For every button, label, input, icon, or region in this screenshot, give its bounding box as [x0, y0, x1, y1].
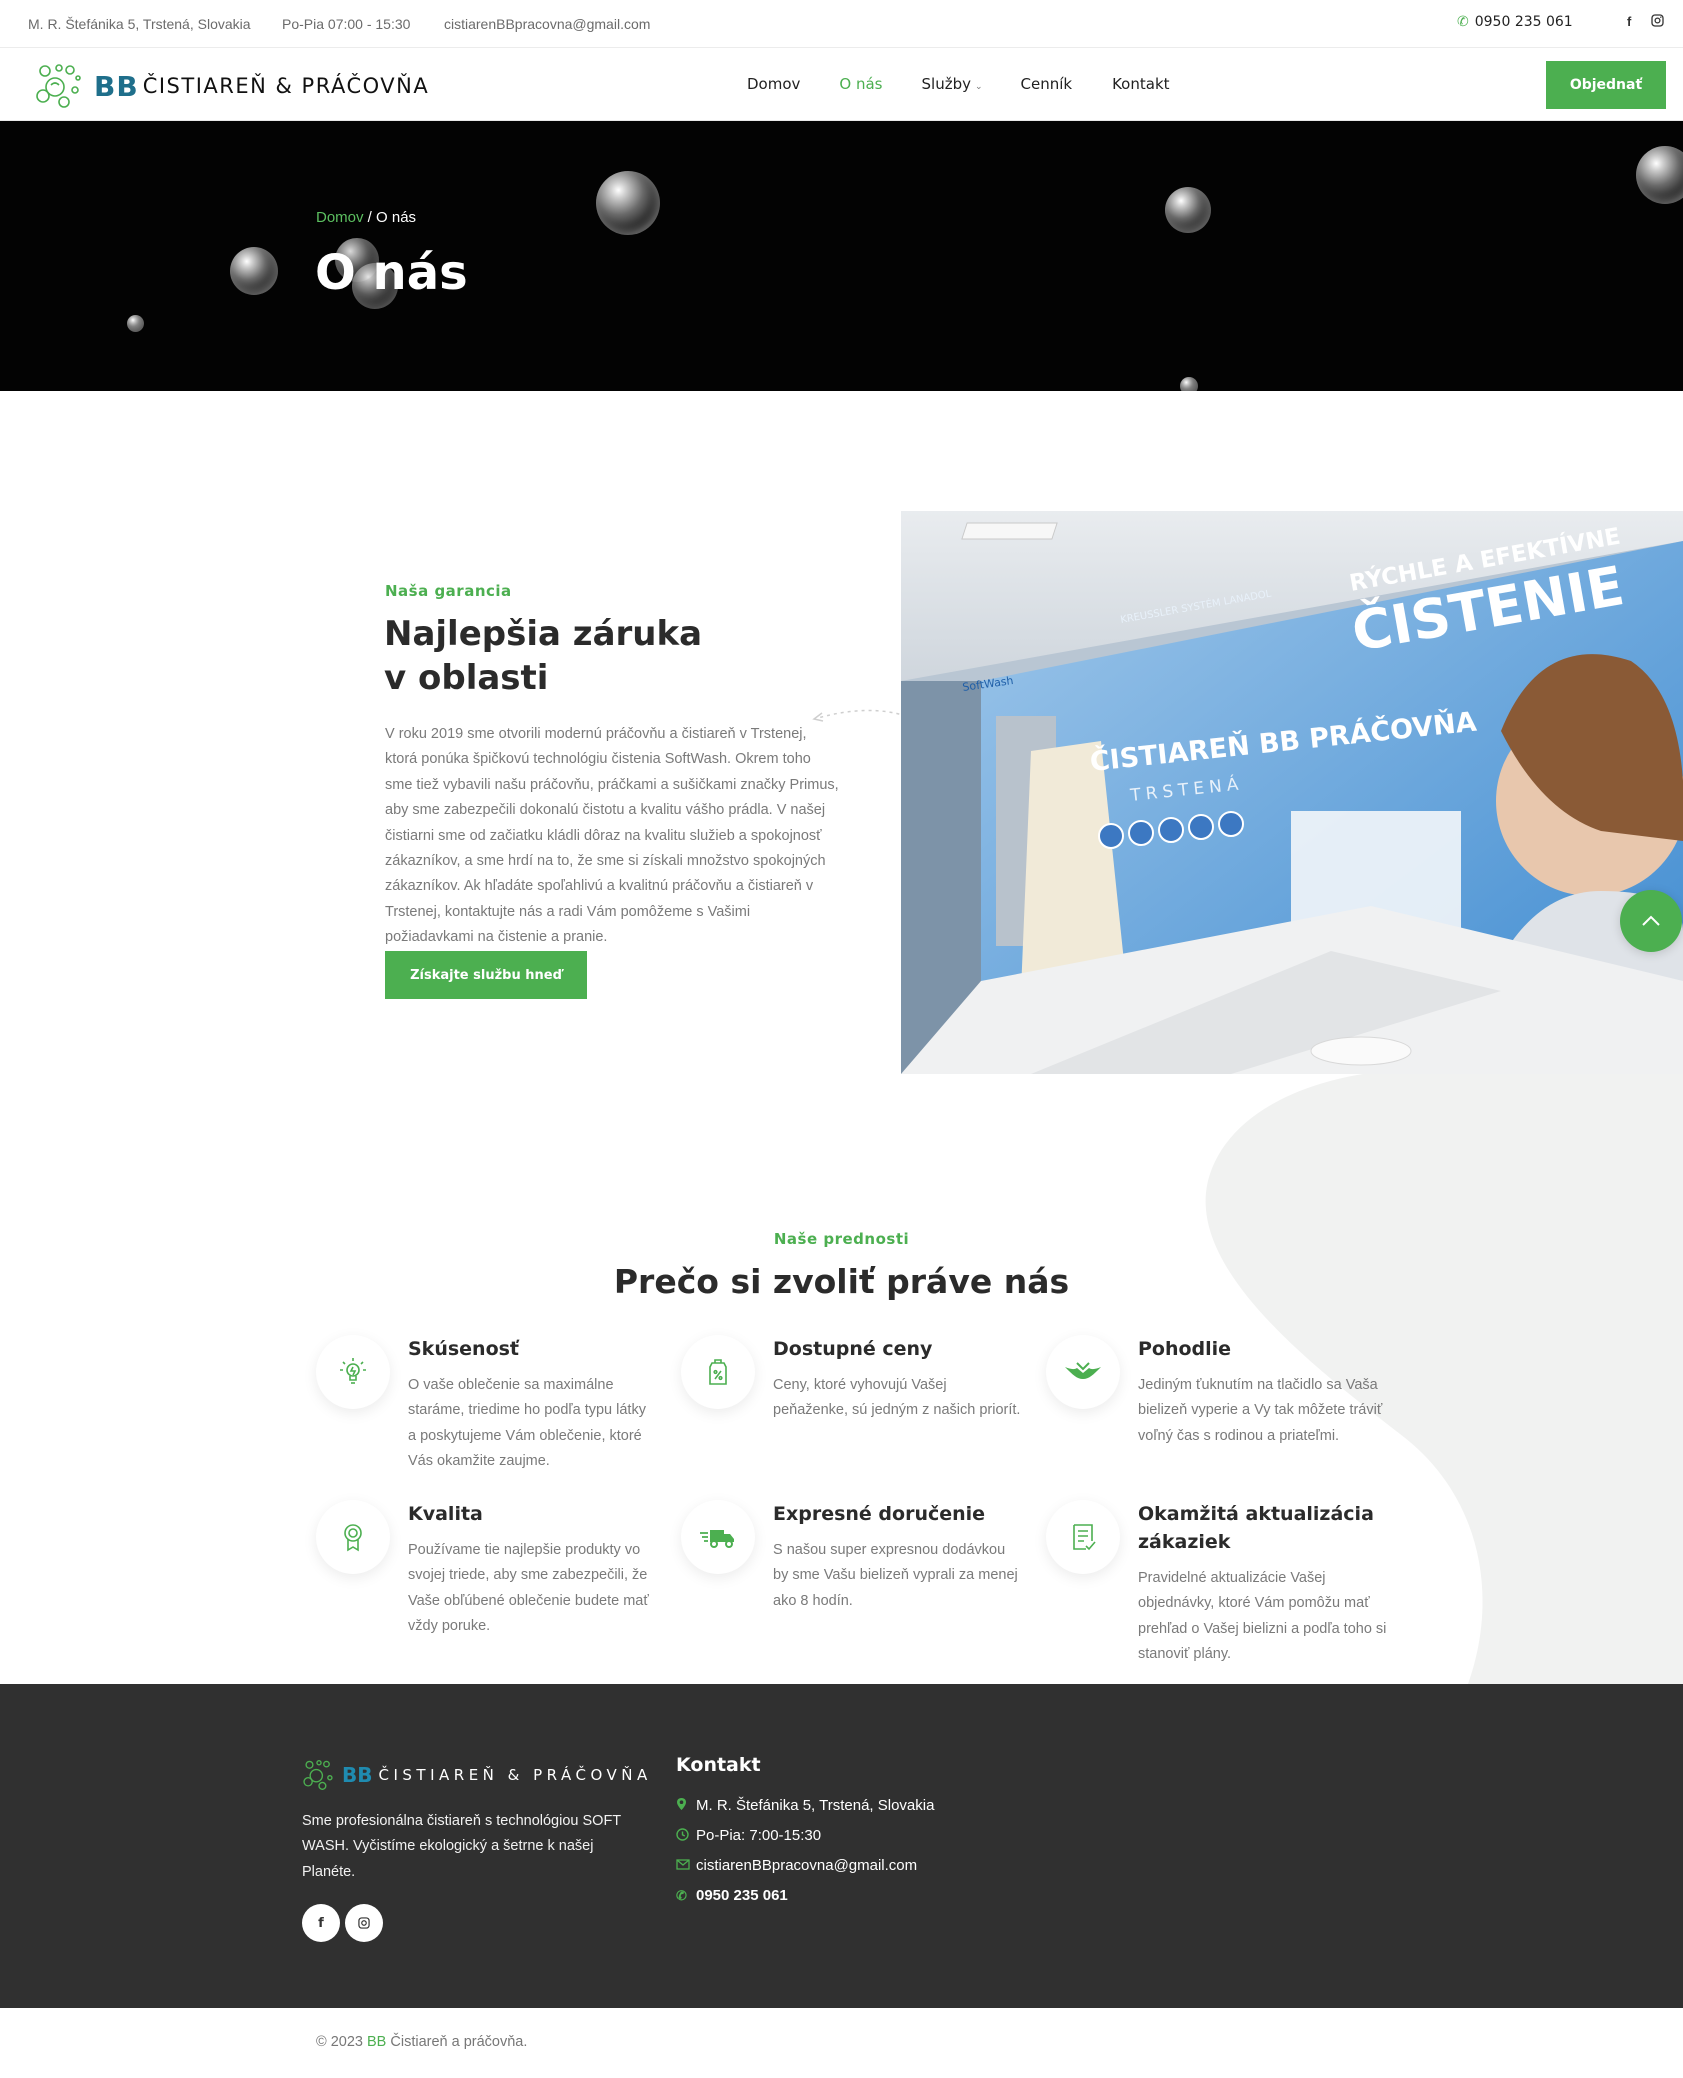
order-button[interactable]: Objednať [1546, 61, 1666, 109]
logo-name: ČISTIAREŇ & PRÁČOVŇA [142, 74, 430, 98]
footer-phone[interactable]: ✆ 0950 235 061 [676, 1887, 788, 1904]
breadcrumb: Domov / O nás [316, 209, 416, 226]
footer-phone-text: 0950 235 061 [696, 1887, 788, 1904]
nav-item-sluzby-label: Služby [921, 75, 971, 93]
breadcrumb-home-link[interactable]: Domov [316, 209, 364, 226]
footer-instagram-icon[interactable] [345, 1904, 383, 1942]
award-icon [316, 1500, 390, 1574]
topbar-phone[interactable]: ✆ 0950 235 061 [1457, 14, 1573, 30]
feature-title: Skúsenosť [408, 1338, 520, 1360]
footer-email[interactable]: cistiarenBBpracovna@gmail.com [676, 1857, 917, 1874]
laundry-shop-photo: KREUSSLER SYSTÉM LANADOL RÝCHLE A EFEKTÍ… [901, 511, 1683, 1074]
topbar-phone-number: 0950 235 061 [1474, 14, 1573, 30]
feature-title: Kvalita [408, 1503, 483, 1525]
footer-description: Sme profesionálna čistiareň s technológi… [302, 1813, 621, 1880]
chevron-up-icon [1642, 915, 1660, 926]
decorative-bubble [596, 171, 660, 235]
topbar-address: M. R. Štefánika 5, Trstená, Slovakia [28, 16, 251, 32]
copyright-suffix: Čistiareň a práčovňa. [386, 2034, 528, 2050]
footer-hours: Po-Pia: 7:00-15:30 [676, 1827, 821, 1844]
nav-item-o-nas[interactable]: O nás [839, 75, 882, 93]
feature-title: Pohodlie [1138, 1338, 1232, 1360]
nav-item-cennik[interactable]: Cenník [1021, 75, 1073, 93]
feature-text: S našou super expresnou dodávkou by sme … [773, 1542, 1018, 1609]
instagram-icon[interactable] [1651, 14, 1664, 30]
footer-facebook-icon[interactable]: f [302, 1904, 340, 1942]
feature-title: Dostupné ceny [773, 1338, 933, 1360]
top-info-bar: M. R. Štefánika 5, Trstená, Slovakia Po-… [0, 0, 1683, 48]
phone-icon: ✆ [676, 1887, 687, 1903]
page-title: O nás [315, 245, 468, 301]
mail-icon [676, 1858, 696, 1873]
about-kicker: Naša garancia [385, 582, 512, 600]
bubbles-logo-icon [303, 1760, 333, 1790]
about-title-line-1: Najlepšia záruka [384, 614, 703, 654]
logo-bb: BB [94, 69, 139, 103]
features-title: Prečo si zvoliť práve nás [613, 1262, 1070, 1301]
decorative-bubble [1180, 377, 1198, 391]
about-paragraph: V roku 2019 sme otvorili modernú práčovň… [385, 726, 839, 946]
footer-address: M. R. Štefánika 5, Trstená, Slovakia [676, 1797, 934, 1814]
comfort-icon [1046, 1335, 1120, 1409]
feature-text: Ceny, ktoré vyhovujú Vašej peňaženke, sú… [773, 1377, 1021, 1419]
chevron-down-icon: ⌄ [974, 82, 983, 92]
footer-logo-name: ČISTIAREŇ & PRÁČOVŇA [378, 1766, 652, 1784]
copyright-prefix: © 2023 [316, 2034, 367, 2050]
facebook-icon[interactable]: f [1627, 14, 1631, 29]
nav-item-kontakt[interactable]: Kontakt [1112, 75, 1169, 93]
decorative-bubble [1165, 187, 1211, 233]
topbar-hours: Po-Pia 07:00 - 15:30 [282, 16, 411, 32]
decorative-dashed-arrow [812, 709, 907, 722]
bubbles-logo-icon [36, 64, 81, 108]
location-pin-icon [676, 1797, 696, 1814]
clock-icon [676, 1827, 696, 1844]
footer-email-text: cistiarenBBpracovna@gmail.com [696, 1857, 918, 1874]
footer-logo-bb: BB [342, 1763, 373, 1787]
feature-text: Pravidelné aktualizácie Vašej objednávky… [1138, 1570, 1387, 1663]
footer-logo[interactable]: BB ČISTIAREŇ & PRÁČOVŇA [302, 1758, 652, 1792]
footer-hours-text: Po-Pia: 7:00-15:30 [696, 1827, 822, 1844]
price-tag-icon [681, 1335, 755, 1409]
site-footer: BB ČISTIAREŇ & PRÁČOVŇA Sme profesionáln… [0, 1684, 1683, 2008]
delivery-truck-icon [681, 1500, 755, 1574]
feature-text: Používame tie najlepšie produkty vo svoj… [408, 1542, 649, 1635]
feature-title: Expresné doručenie [773, 1503, 986, 1525]
about-title-line-2: v oblasti [384, 658, 549, 698]
lightbulb-icon [316, 1335, 390, 1409]
footer-contact-title: Kontakt [676, 1754, 761, 1776]
scroll-to-top-button[interactable] [1620, 890, 1682, 952]
breadcrumb-current: O nás [376, 209, 417, 226]
checklist-icon [1046, 1500, 1120, 1574]
site-logo[interactable]: BB ČISTIAREŇ & PRÁČOVŇA [34, 62, 429, 110]
feature-text: O vaše oblečenie sa maximálne staráme, t… [408, 1377, 646, 1470]
decorative-bubble [1636, 146, 1683, 204]
page-hero: Domov / O nás O nás [0, 121, 1683, 391]
nav-item-sluzby[interactable]: Služby ⌄ [922, 75, 983, 93]
feature-title: Okamžitá aktualizácia zákaziek [1138, 1503, 1374, 1553]
get-service-button[interactable]: Získajte službu hneď [385, 951, 587, 999]
decorative-bubble [230, 247, 278, 295]
features-kicker: Naše prednosti [773, 1230, 910, 1248]
about-title: Najlepšia záruka v oblasti [384, 612, 804, 700]
breadcrumb-separator: / [363, 209, 377, 226]
copyright-text: © 2023 BB Čistiareň a práčovňa. [316, 2034, 527, 2050]
topbar-email[interactable]: cistiarenBBpracovna@gmail.com [444, 16, 650, 32]
main-menu: Domov O nás Služby ⌄ Cenník Kontakt [745, 75, 1170, 93]
feature-text: Jediným ťuknutím na tlačidlo sa Vaša bie… [1138, 1377, 1383, 1444]
copyright-bb-link[interactable]: BB [367, 2034, 386, 2050]
phone-icon: ✆ [1457, 14, 1469, 30]
footer-address-text: M. R. Štefánika 5, Trstená, Slovakia [696, 1797, 935, 1814]
main-navbar: BB ČISTIAREŇ & PRÁČOVŇA Domov O nás Služ… [0, 48, 1683, 121]
nav-item-domov[interactable]: Domov [747, 75, 800, 93]
decorative-bubble [127, 315, 144, 332]
